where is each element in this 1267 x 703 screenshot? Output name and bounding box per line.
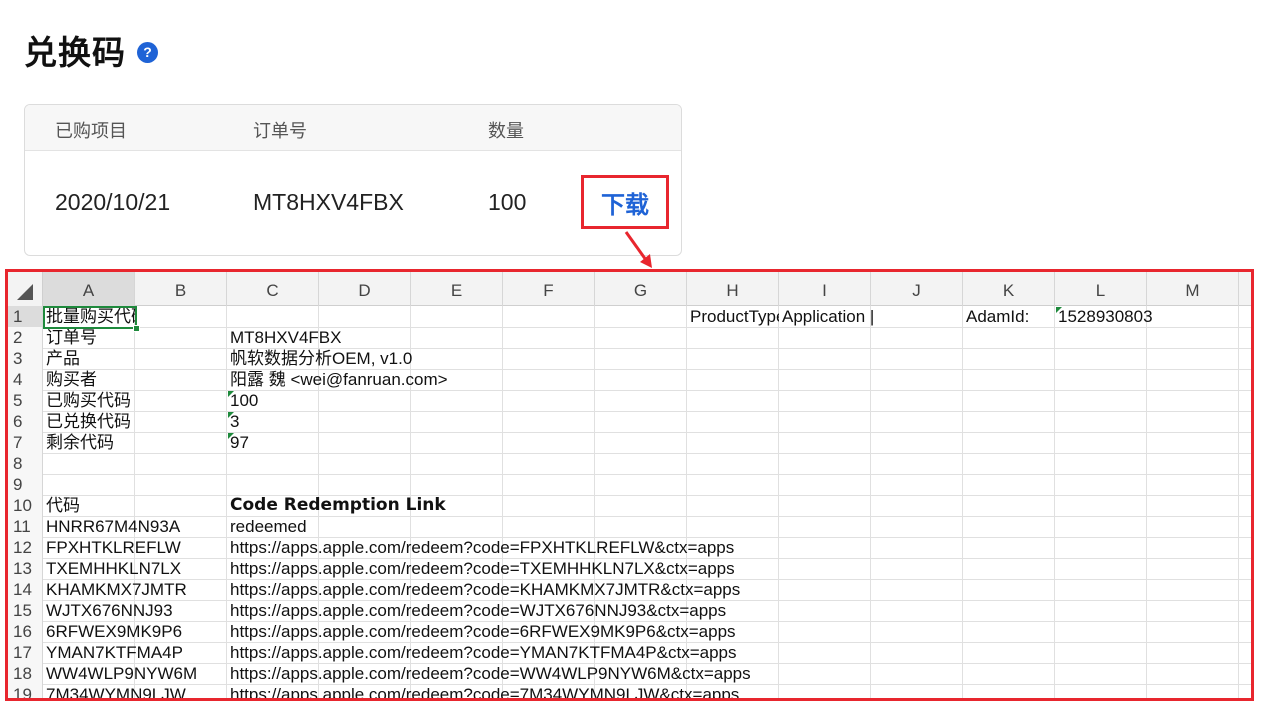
cell-a4[interactable]: 购买者 bbox=[43, 369, 97, 390]
column-header-A[interactable]: A bbox=[43, 272, 135, 306]
code-cell[interactable]: 7M34WYMN9LJW bbox=[43, 684, 186, 698]
order-number: MT8HXV4FBX bbox=[253, 189, 404, 215]
row-header-11[interactable]: 11 bbox=[8, 516, 43, 537]
header-purchased-item: 已购项目 bbox=[55, 121, 127, 142]
column-header-B[interactable]: B bbox=[135, 272, 227, 306]
column-header-D[interactable]: D bbox=[319, 272, 411, 306]
column-header-J[interactable]: J bbox=[871, 272, 963, 306]
cell-a5[interactable]: 已购买代码 bbox=[43, 390, 131, 411]
link-cell[interactable]: https://apps.apple.com/redeem?code=6RFWE… bbox=[227, 621, 736, 642]
row-header-9[interactable]: 9 bbox=[8, 474, 43, 495]
page-title: 兑换码 bbox=[24, 33, 126, 72]
row-header-13[interactable]: 13 bbox=[8, 558, 43, 579]
row-header-3[interactable]: 3 bbox=[8, 348, 43, 369]
cell-c4[interactable]: 阳露 魏 <wei@fanruan.com> bbox=[227, 369, 448, 390]
link-cell[interactable]: https://apps.apple.com/redeem?code=WW4WL… bbox=[227, 663, 751, 684]
cell-k1[interactable]: AdamId: bbox=[963, 306, 1029, 327]
link-cell[interactable]: https://apps.apple.com/redeem?code=7M34W… bbox=[227, 684, 739, 698]
row-header-2[interactable]: 2 bbox=[8, 327, 43, 348]
row-header-4[interactable]: 4 bbox=[8, 369, 43, 390]
code-cell[interactable]: TXEMHHKLN7LX bbox=[43, 558, 181, 579]
gridline-row-10 bbox=[43, 516, 1251, 517]
column-header-F[interactable]: F bbox=[503, 272, 595, 306]
order-table-header: 已购项目 订单号 数量 bbox=[25, 105, 681, 151]
row-header-8[interactable]: 8 bbox=[8, 453, 43, 474]
cell-c10[interactable]: Code Redemption Link bbox=[227, 495, 446, 516]
cell-a3[interactable]: 产品 bbox=[43, 348, 80, 369]
cell-l1[interactable]: 1528930803 bbox=[1055, 306, 1153, 327]
row-header-14[interactable]: 14 bbox=[8, 579, 43, 600]
row-header-12[interactable]: 12 bbox=[8, 537, 43, 558]
gridline-row-7 bbox=[43, 453, 1251, 454]
code-cell[interactable]: 6RFWEX9MK9P6 bbox=[43, 621, 182, 642]
link-cell[interactable]: redeemed bbox=[227, 516, 307, 537]
link-cell[interactable]: https://apps.apple.com/redeem?code=TXEMH… bbox=[227, 558, 735, 579]
cell-c2[interactable]: MT8HXV4FBX bbox=[227, 327, 341, 348]
column-header-I[interactable]: I bbox=[779, 272, 871, 306]
column-header-K[interactable]: K bbox=[963, 272, 1055, 306]
cell-a10[interactable]: 代码 bbox=[43, 495, 80, 516]
code-cell[interactable]: YMAN7KTFMA4P bbox=[43, 642, 183, 663]
gridline-row-1 bbox=[43, 327, 1251, 328]
row-header-10[interactable]: 10 bbox=[8, 495, 43, 516]
gridline-row-8 bbox=[43, 474, 1251, 475]
header-quantity: 数量 bbox=[488, 121, 524, 142]
cell-a7[interactable]: 剩余代码 bbox=[43, 432, 114, 453]
row-header-16[interactable]: 16 bbox=[8, 621, 43, 642]
link-cell[interactable]: https://apps.apple.com/redeem?code=KHAMK… bbox=[227, 579, 740, 600]
cell-c3[interactable]: 帆软数据分析OEM, v1.0 bbox=[227, 348, 412, 369]
link-cell[interactable]: https://apps.apple.com/redeem?code=WJTX6… bbox=[227, 600, 726, 621]
code-cell[interactable]: HNRR67M4N93A bbox=[43, 516, 180, 537]
row-header-6[interactable]: 6 bbox=[8, 411, 43, 432]
cell-flag-c7 bbox=[228, 433, 234, 439]
row-header-19[interactable]: 19 bbox=[8, 684, 43, 698]
column-header-G[interactable]: G bbox=[595, 272, 687, 306]
gridline-row-9 bbox=[43, 495, 1251, 496]
gridline-row-4 bbox=[43, 390, 1251, 391]
gridline-row-5 bbox=[43, 411, 1251, 412]
cell-a2[interactable]: 订单号 bbox=[43, 327, 97, 348]
order-quantity: 100 bbox=[488, 189, 527, 215]
code-cell[interactable]: FPXHTKLREFLW bbox=[43, 537, 181, 558]
cell-h1[interactable]: ProductType bbox=[687, 306, 779, 327]
cell-a6[interactable]: 已兑换代码 bbox=[43, 411, 131, 432]
row-header-7[interactable]: 7 bbox=[8, 432, 43, 453]
cell-flag-c6 bbox=[228, 412, 234, 418]
gridline-row-2 bbox=[43, 348, 1251, 349]
cell-i1[interactable]: Application | bbox=[779, 306, 874, 327]
column-header-M[interactable]: M bbox=[1147, 272, 1239, 306]
code-cell[interactable]: KHAMKMX7JMTR bbox=[43, 579, 187, 600]
code-cell[interactable]: WJTX676NNJ93 bbox=[43, 600, 173, 621]
page-title-area: 兑换码 ? bbox=[24, 26, 158, 74]
arrow-down-icon bbox=[624, 231, 652, 268]
spreadsheet-preview: A B C D E F G H I J K L M 1 2 3 4 5 6 7 8 9 10 11 12 13 14 15 16 17 18… bbox=[5, 269, 1254, 701]
column-header-E[interactable]: E bbox=[411, 272, 503, 306]
order-date: 2020/10/21 bbox=[55, 189, 171, 215]
cell-flag-l1 bbox=[1056, 307, 1062, 313]
row-header-18[interactable]: 18 bbox=[8, 663, 43, 684]
row-header-1[interactable]: 1 bbox=[8, 306, 43, 327]
code-cell[interactable]: WW4WLP9NYW6M bbox=[43, 663, 197, 684]
active-cell-selection bbox=[43, 306, 137, 329]
select-all-corner[interactable] bbox=[8, 272, 43, 306]
row-header-17[interactable]: 17 bbox=[8, 642, 43, 663]
download-link[interactable]: 下载 bbox=[601, 185, 649, 220]
order-table: 已购项目 订单号 数量 2020/10/21 MT8HXV4FBX 100 下载 bbox=[24, 104, 682, 256]
column-header-H[interactable]: H bbox=[687, 272, 779, 306]
header-order-number: 订单号 bbox=[253, 121, 307, 142]
cell-flag-c5 bbox=[228, 391, 234, 397]
row-header-5[interactable]: 5 bbox=[8, 390, 43, 411]
column-header-C[interactable]: C bbox=[227, 272, 319, 306]
column-header-L[interactable]: L bbox=[1055, 272, 1147, 306]
download-highlight: 下载 bbox=[581, 175, 669, 229]
link-cell[interactable]: https://apps.apple.com/redeem?code=YMAN7… bbox=[227, 642, 736, 663]
fill-handle[interactable] bbox=[133, 325, 140, 332]
gridline-row-6 bbox=[43, 432, 1251, 433]
row-header-15[interactable]: 15 bbox=[8, 600, 43, 621]
gridline-row-3 bbox=[43, 369, 1251, 370]
link-cell[interactable]: https://apps.apple.com/redeem?code=FPXHT… bbox=[227, 537, 734, 558]
help-icon[interactable]: ? bbox=[137, 41, 158, 63]
